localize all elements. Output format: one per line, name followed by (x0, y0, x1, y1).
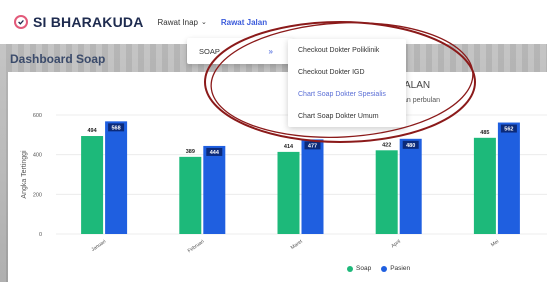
chevron-right-icon: » (268, 46, 273, 56)
bar-pasien (203, 145, 226, 234)
legend-item-soap[interactable]: Soap (347, 265, 371, 272)
bar-pasien (105, 121, 128, 234)
x-tick-label: Februari (187, 239, 206, 255)
bar-soap (277, 151, 300, 234)
legend-label-pasien: Pasien (390, 265, 411, 272)
y-tick-label: 600 (33, 113, 42, 119)
legend-label-soap: Soap (356, 265, 372, 272)
x-tick-label: Januari (90, 239, 107, 253)
bar-soap (473, 137, 496, 234)
menu-checkout-poliklinik[interactable]: Checkout Dokter Poliklinik (288, 39, 406, 61)
menu-checkout-igd[interactable]: Checkout Dokter IGD (288, 61, 406, 83)
menu-chart-soap-spesialis[interactable]: Chart Soap Dokter Spesialis (288, 83, 406, 105)
x-tick-label: Mei (490, 239, 500, 249)
bar-pasien (301, 139, 324, 234)
data-label: 389 (186, 149, 195, 155)
bar-soap (179, 156, 202, 234)
bar-soap (81, 136, 104, 234)
bar-soap (375, 150, 398, 234)
x-tick-label: Maret (290, 238, 304, 251)
data-label: 480 (406, 143, 415, 149)
data-label: 494 (88, 128, 98, 134)
soap-submenu: Checkout Dokter Poliklinik Checkout Dokt… (288, 39, 406, 127)
data-label: 444 (210, 150, 220, 156)
data-label: 568 (112, 125, 121, 131)
soap-dropdown-item[interactable]: SOAP » (187, 38, 293, 64)
bar-pasien (497, 122, 520, 234)
chart-legend: Soap Pasien (347, 265, 420, 272)
menu-chart-soap-umum[interactable]: Chart Soap Dokter Umum (288, 105, 406, 127)
y-axis-label: Angka Tertinggi (21, 150, 28, 199)
y-tick-label: 400 (33, 153, 42, 159)
data-label: 477 (308, 143, 317, 149)
legend-item-pasien[interactable]: Pasien (381, 265, 410, 272)
x-tick-label: April (390, 239, 402, 250)
legend-dot-soap (347, 265, 353, 272)
data-label: 414 (284, 144, 294, 150)
data-label: 422 (382, 142, 391, 148)
data-label: 562 (504, 127, 513, 133)
soap-menu-label: SOAP (199, 46, 220, 56)
y-tick-label: 0 (39, 232, 42, 238)
data-label: 485 (480, 130, 489, 136)
y-tick-label: 200 (33, 192, 42, 198)
legend-dot-pasien (381, 265, 388, 272)
bar-pasien (399, 138, 422, 234)
